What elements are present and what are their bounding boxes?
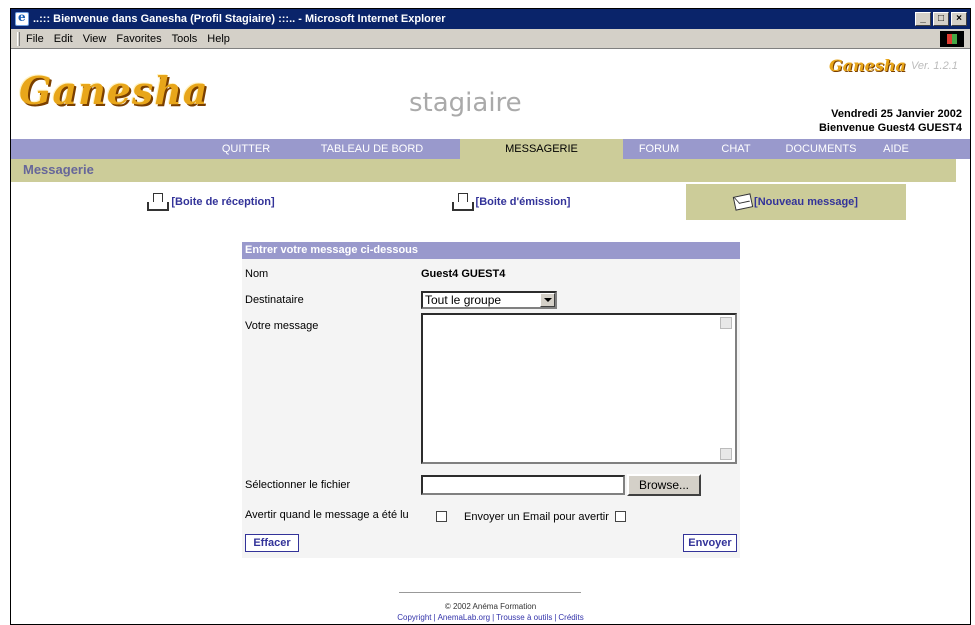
close-button[interactable]: ×	[951, 12, 967, 26]
recipient-selected-value: Tout le groupe	[425, 293, 502, 307]
section-bar-end	[956, 159, 970, 182]
section-title: Messagerie	[23, 162, 94, 177]
nav-quitter[interactable]: QUITTER	[216, 139, 276, 159]
message-form: Entrer votre message ci-dessous Nom Gues…	[242, 242, 740, 558]
welcome-message: Bienvenue Guest4 GUEST4	[818, 122, 962, 134]
name-label: Nom	[245, 268, 269, 280]
site-header: Ganesha stagiaire Ganesha Ver. 1.2.1 Ven…	[11, 50, 970, 137]
menu-bar: File Edit View Favorites Tools Help	[11, 29, 970, 49]
clear-button[interactable]: Effacer	[245, 534, 299, 552]
menu-file[interactable]: File	[26, 33, 44, 45]
footer-link-trousse[interactable]: Trousse à outils	[496, 613, 552, 622]
textarea-scrollbar[interactable]	[720, 315, 733, 462]
menu-view[interactable]: View	[83, 33, 107, 45]
notify-email-label: Envoyer un Email pour avertir	[464, 511, 609, 523]
file-label: Sélectionner le fichier	[245, 479, 351, 491]
footer-divider	[399, 592, 581, 593]
tab-inbox-label: [Boite de réception]	[171, 196, 275, 208]
tab-new-message[interactable]: [Nouveau message]	[686, 184, 906, 220]
notify-read-label: Avertir quand le message a été lu	[245, 509, 409, 521]
chevron-down-icon[interactable]	[540, 293, 555, 307]
version-label: Ver. 1.2.1	[911, 60, 958, 72]
scroll-down-icon[interactable]	[720, 448, 732, 460]
menu-help[interactable]: Help	[207, 33, 230, 45]
footer-link-copyright[interactable]: Copyright	[397, 613, 431, 622]
footer-separator: |	[433, 613, 436, 622]
menu-tools[interactable]: Tools	[172, 33, 198, 45]
file-path-input[interactable]	[421, 475, 625, 495]
menu-edit[interactable]: Edit	[54, 33, 73, 45]
name-value: Guest4 GUEST4	[421, 268, 506, 280]
maximize-button[interactable]: □	[933, 12, 949, 26]
ie-icon	[15, 10, 29, 26]
ganesha-small-logo: Ganesha	[829, 56, 906, 75]
inbox-icon	[147, 193, 170, 211]
section-bar: Messagerie	[11, 159, 970, 182]
window-controls: _ □ ×	[915, 12, 967, 26]
browse-button[interactable]: Browse...	[627, 474, 701, 496]
scroll-up-icon[interactable]	[720, 317, 732, 329]
toolbar-grip	[17, 31, 20, 46]
recipient-label: Destinataire	[245, 294, 304, 306]
message-label: Votre message	[245, 320, 319, 332]
notify-read-checkbox[interactable]	[436, 511, 447, 522]
tab-outbox-label: [Boite d'émission]	[475, 196, 571, 208]
tab-outbox[interactable]: [Boite d'émission]	[431, 184, 591, 220]
send-button[interactable]: Envoyer	[683, 534, 737, 552]
footer-link-anemalab[interactable]: AnemaLab.org	[438, 613, 490, 622]
ganesha-logo[interactable]: Ganesha	[19, 68, 209, 113]
window-title: ..::: Bienvenue dans Ganesha (Profil Sta…	[33, 13, 446, 25]
nav-aide[interactable]: AIDE	[871, 139, 921, 159]
nav-messagerie[interactable]: MESSAGERIE	[460, 139, 623, 159]
footer-separator: |	[492, 613, 495, 622]
current-date: Vendredi 25 Janvier 2002	[831, 108, 962, 120]
nav-forum[interactable]: FORUM	[629, 139, 689, 159]
minimize-button[interactable]: _	[915, 12, 931, 26]
outbox-icon	[451, 193, 474, 211]
footer-separator: |	[554, 613, 557, 622]
notify-email-checkbox[interactable]	[615, 511, 626, 522]
copyright-text: © 2002 Anéma Formation	[444, 602, 537, 611]
nav-chat[interactable]: CHAT	[711, 139, 761, 159]
footer-links: Copyright | AnemaLab.org | Trousse à outils |…	[11, 613, 970, 622]
footer-link-credits[interactable]: Crédits	[558, 613, 583, 622]
title-bar: ..::: Bienvenue dans Ganesha (Profil Sta…	[11, 9, 970, 29]
tab-new-message-label: [Nouveau message]	[754, 196, 858, 208]
tab-inbox[interactable]: [Boite de réception]	[131, 184, 291, 220]
nav-documents[interactable]: DOCUMENTS	[771, 139, 871, 159]
profile-label: stagiaire	[409, 88, 522, 118]
main-nav: QUITTER TABLEAU DE BORD MESSAGERIE FORUM…	[11, 139, 970, 159]
nav-tableau-de-bord[interactable]: TABLEAU DE BORD	[303, 139, 441, 159]
page-content: Ganesha stagiaire Ganesha Ver. 1.2.1 Ven…	[11, 50, 970, 624]
message-textarea[interactable]	[421, 313, 737, 464]
menu-favorites[interactable]: Favorites	[116, 33, 161, 45]
browser-window: ..::: Bienvenue dans Ganesha (Profil Sta…	[10, 8, 971, 625]
recipient-select[interactable]: Tout le groupe	[421, 291, 557, 309]
new-message-icon	[732, 193, 754, 211]
form-header: Entrer votre message ci-dessous	[242, 242, 740, 259]
windows-logo-icon	[940, 31, 964, 47]
